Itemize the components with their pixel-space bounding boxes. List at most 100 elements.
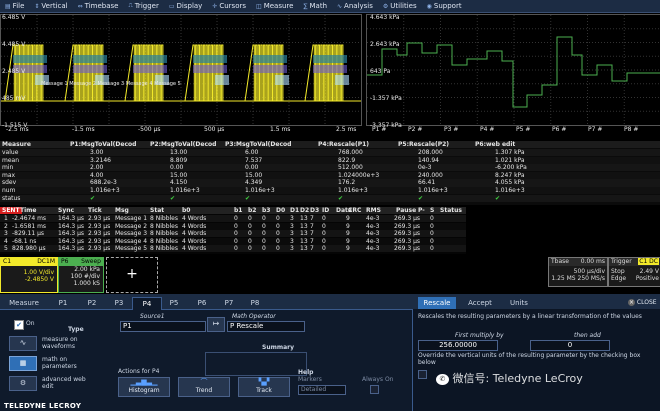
decode-header-cell[interactable]: Stat xyxy=(150,207,164,214)
decode-header-cell[interactable]: D3 xyxy=(310,207,319,214)
measure-cell: -6.200 kPa xyxy=(495,164,527,172)
tab-p4[interactable]: P4 xyxy=(132,297,162,310)
menu-cursors[interactable]: ✛ Cursors xyxy=(207,2,251,10)
menu-vertical[interactable]: ⇕ Vertical xyxy=(29,2,72,10)
measure-header-cell[interactable]: P2:MsgToVal(Decod xyxy=(150,141,216,148)
tab-units[interactable]: Units xyxy=(500,297,538,309)
decode-cell: 2 xyxy=(4,222,8,230)
decode-header-cell[interactable]: b1 xyxy=(234,207,242,214)
decode-header-cell[interactable]: Time xyxy=(20,207,36,214)
tab-p2[interactable]: P2 xyxy=(78,297,106,309)
first-multiply-field[interactable]: 256.00000 xyxy=(418,340,498,351)
menu-timebase[interactable]: ⇔ Timebase xyxy=(73,2,124,10)
decode-row[interactable]: 1 -2.4674 ms 164.3 µs 2.93 µs Message 18 Nib… xyxy=(0,215,466,222)
menu-utilities[interactable]: ⚙ Utilities xyxy=(378,2,422,10)
always-on-checkbox[interactable] xyxy=(370,385,379,394)
decode-header-cell[interactable]: ID xyxy=(322,207,329,214)
decode-band xyxy=(313,65,347,73)
axis-tick-label: P3 # xyxy=(444,126,459,133)
measure-header-cell[interactable]: P3:MsgToVal(Decod xyxy=(225,141,291,148)
decode-header-cell[interactable]: Tick xyxy=(88,207,102,214)
measure-cell: 0.00 xyxy=(170,164,184,172)
decode-cell: 0 xyxy=(276,230,280,238)
decode-cell: 4 Words xyxy=(182,222,207,230)
waveform-grid-right[interactable] xyxy=(366,14,660,126)
tab-rescale[interactable]: Rescale xyxy=(418,297,456,309)
decode-header-cell[interactable]: P- xyxy=(418,207,425,214)
trend-button[interactable]: ⌒ Trend xyxy=(178,377,230,397)
decode-header-cell[interactable]: b2 xyxy=(248,207,256,214)
waveform-grid-left[interactable]: Message 1 Message 2 Message 3 Message 4 … xyxy=(0,14,362,126)
decode-row[interactable]: 5 828.980 µs 164.3 µs 2.93 µs Message 58 Nib… xyxy=(0,245,466,253)
decode-cell: Message 4 xyxy=(115,237,148,245)
decode-header-cell[interactable]: D2 xyxy=(300,207,309,214)
decode-header-cell[interactable]: RMS xyxy=(366,207,381,214)
decode-header-cell[interactable]: CRC xyxy=(348,207,361,214)
close-button[interactable]: × CLOSE xyxy=(628,298,660,308)
decode-header-cell[interactable]: D0 xyxy=(276,207,285,214)
menu-measure[interactable]: ◫ Measure xyxy=(251,2,298,10)
trigger-level: 2.49 V xyxy=(639,268,659,275)
type-measure-waveforms-button[interactable]: ∿ xyxy=(9,336,37,351)
decode-cell: 0 xyxy=(234,237,238,245)
measure-header-cell[interactable]: P4:Rescale(P1) xyxy=(318,141,369,148)
channel-p6-descriptor[interactable]: P6 Sweep 2.00 kPa 100 #/div 1.000 kS xyxy=(58,257,104,293)
tab-p8[interactable]: P8 xyxy=(242,297,268,309)
decode-header-cell[interactable]: b0 xyxy=(182,207,190,214)
measure-cell: max xyxy=(2,171,16,179)
measure-cell: 3.00 xyxy=(90,149,104,156)
type-web-edit-button[interactable]: ⚙ xyxy=(9,376,37,391)
type-math-parameters-button[interactable]: ▦ xyxy=(9,356,37,371)
menu-display[interactable]: ▭ Display xyxy=(164,2,207,10)
decode-row[interactable]: 2 -1.6581 ms 164.3 µs 2.93 µs Message 28 Nib… xyxy=(0,222,466,230)
then-add-field[interactable]: 0 xyxy=(530,340,610,351)
menu-support[interactable]: ◉ Support xyxy=(422,2,467,10)
tab-p1[interactable]: P1 xyxy=(48,297,78,309)
axis-tick-label: -1.5 ms xyxy=(72,126,95,133)
tab-p7[interactable]: P7 xyxy=(216,297,242,309)
tab-p6[interactable]: P6 xyxy=(188,297,216,309)
decode-cell: Message 2 xyxy=(115,222,148,230)
measure-header-cell[interactable]: Measure xyxy=(2,141,31,148)
decode-cell: 0 xyxy=(322,237,326,245)
channel-c1-descriptor[interactable]: C1 DC1M 1.00 V/div -2.4850 V xyxy=(0,257,58,293)
decode-header-cell[interactable]: Status xyxy=(440,207,462,214)
decode-header-cell[interactable]: D1 xyxy=(290,207,299,214)
markers-field[interactable]: Detailed xyxy=(298,385,346,395)
source-field[interactable]: P1 xyxy=(120,321,206,332)
decode-row[interactable]: 4 -68.1 ns 164.3 µs 2.93 µs Message 48 Nibbl… xyxy=(0,237,466,245)
menu-analysis[interactable]: ∿ Analysis xyxy=(332,2,378,10)
measure-header-cell[interactable]: P1:MsgToVal(Decod xyxy=(70,141,136,148)
menu-file[interactable]: ▤ File xyxy=(0,2,29,10)
measure-cell: 688.2e-3 xyxy=(90,179,117,187)
tbase-tag: Tbase xyxy=(551,258,569,265)
histogram-button[interactable]: ▁▃▆▃▁ Histogram xyxy=(118,377,170,397)
menu-math[interactable]: ∑ Math xyxy=(298,2,332,10)
decode-header-cell[interactable]: Msg xyxy=(115,207,129,214)
decode-header-cell[interactable]: Pause xyxy=(396,207,416,214)
tab-accept[interactable]: Accept xyxy=(461,297,499,309)
tab-measure[interactable]: Measure xyxy=(0,297,48,309)
trigger-descriptor[interactable]: Trigger C1 DC Stop 2.49 V Edge Positive xyxy=(608,257,660,287)
measure-header-cell[interactable]: P5:Rescale(P2) xyxy=(398,141,449,148)
on-checkbox[interactable]: ✔ xyxy=(14,320,24,330)
sent-protocol-tag[interactable]: SENT xyxy=(0,207,22,214)
math-operator-icon[interactable]: ↦ xyxy=(207,317,225,332)
tab-p3[interactable]: P3 xyxy=(106,297,132,309)
measure-header-cell[interactable]: P6:web edit xyxy=(475,141,515,148)
math-operator-field[interactable]: P Rescale xyxy=(227,321,305,332)
override-units-checkbox[interactable] xyxy=(418,370,427,379)
decode-cell: 0 xyxy=(262,237,266,245)
measure-cell: 7.537 xyxy=(245,156,263,164)
timebase-descriptor[interactable]: Tbase 0.00 ms 500 µs/div 1.25 MS 250 MS/… xyxy=(548,257,608,287)
decode-header-cell[interactable]: S xyxy=(430,207,434,214)
tab-p5[interactable]: P5 xyxy=(160,297,188,309)
add-channel-button[interactable]: + xyxy=(106,257,158,293)
track-button[interactable]: ▚▞ Track xyxy=(238,377,290,397)
decode-cell: 2.93 µs xyxy=(88,245,111,253)
decode-header-cell[interactable]: b3 xyxy=(262,207,270,214)
menu-trigger[interactable]: ⎍ Trigger xyxy=(123,2,163,10)
decode-header-cell[interactable]: Sync xyxy=(58,207,74,214)
decode-row[interactable]: 3 -829.11 µs 164.3 µs 2.93 µs Message 38 Nib… xyxy=(0,230,466,238)
decode-cell: Message 1 xyxy=(115,215,148,222)
